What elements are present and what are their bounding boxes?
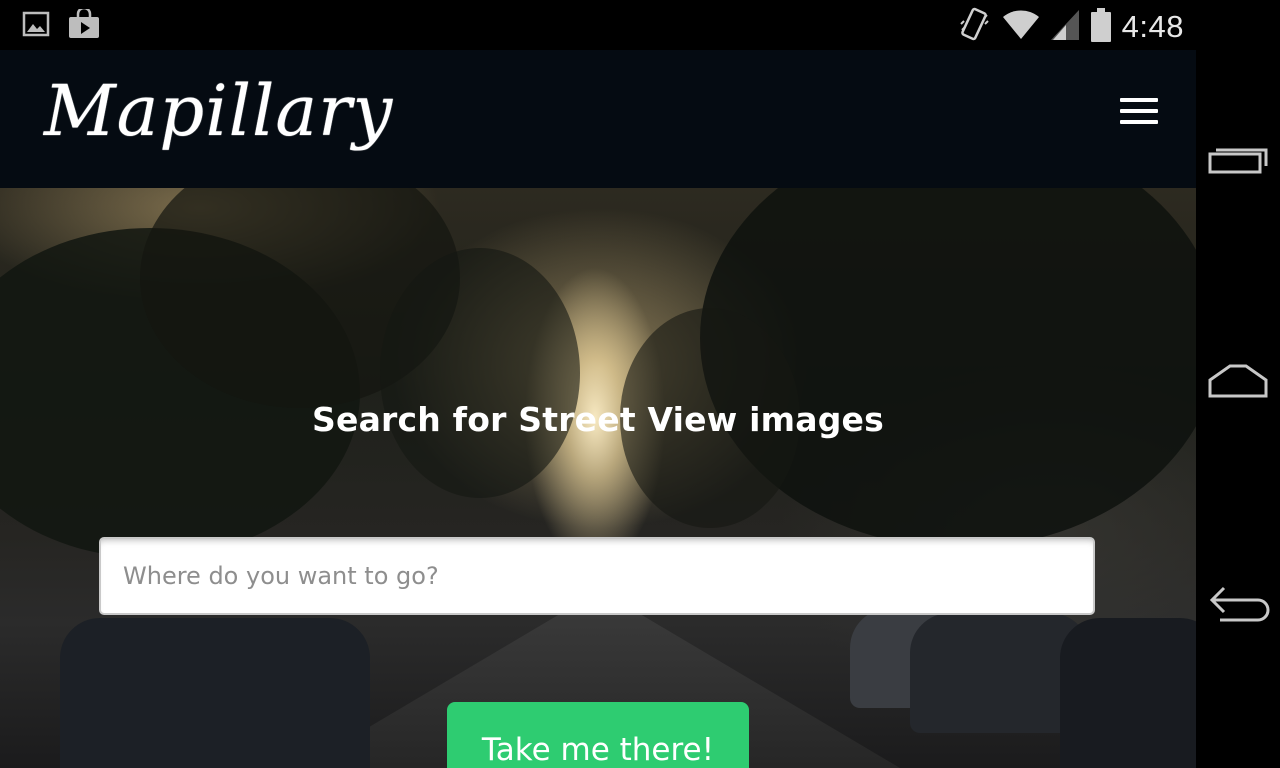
play-store-notification-icon xyxy=(68,6,100,43)
battery-icon xyxy=(1090,7,1112,47)
take-me-there-button[interactable]: Take me there! xyxy=(447,702,749,768)
hero-title: Search for Street View images xyxy=(312,400,884,439)
home-icon[interactable] xyxy=(1208,362,1268,406)
vibrate-icon xyxy=(958,6,992,48)
recent-apps-icon[interactable] xyxy=(1208,140,1268,184)
back-icon[interactable] xyxy=(1208,584,1272,632)
mapillary-logo[interactable]: Mapillary xyxy=(44,56,393,166)
status-bar: 4:48 xyxy=(0,0,1196,50)
wifi-icon xyxy=(1002,9,1040,45)
cell-signal-icon xyxy=(1050,9,1080,45)
app-header: Mapillary xyxy=(0,50,1196,188)
system-navigation-bar xyxy=(1196,0,1280,768)
hero-section: Search for Street View images Take me th… xyxy=(0,188,1196,768)
location-search-input[interactable] xyxy=(99,537,1095,615)
system-indicators: 4:48 xyxy=(958,6,1184,48)
clock: 4:48 xyxy=(1121,9,1184,44)
notification-icons xyxy=(22,6,100,43)
hamburger-menu-icon[interactable] xyxy=(1120,98,1158,128)
image-notification-icon xyxy=(22,10,50,42)
